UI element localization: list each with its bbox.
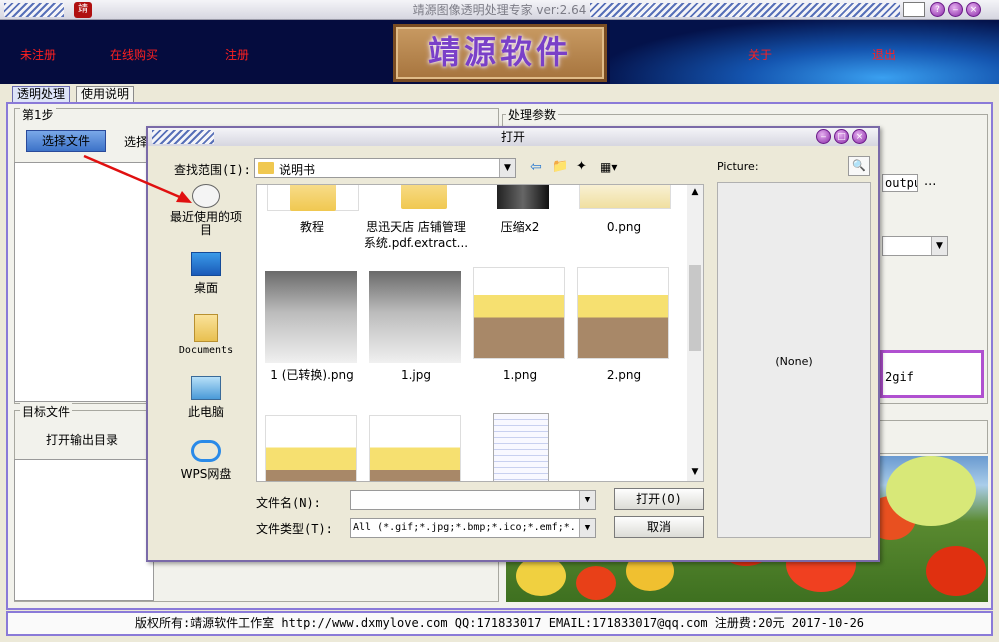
folder-icon [258, 162, 274, 174]
cloud-drive-icon [191, 440, 221, 462]
magnify-icon[interactable]: 🔍 [848, 156, 870, 176]
chevron-down-icon[interactable]: ▼ [931, 237, 947, 255]
scroll-up-icon[interactable]: ▲ [687, 187, 703, 197]
open-output-dir-button[interactable]: 打开输出目录 [46, 431, 118, 448]
place-recent-label: 最近使用的项目 [169, 210, 242, 237]
tab-transparent-process[interactable]: 透明处理 [12, 86, 71, 102]
filetype-value: All (*.gif;*.jpg;*.bmp;*.ico;*.emf;*. [353, 522, 576, 533]
place-documents-label: Documents [178, 345, 234, 356]
select-partial-button[interactable]: 选择 [124, 133, 148, 150]
format-select[interactable]: ▼ [882, 236, 948, 256]
format-box: 2gif [880, 350, 984, 398]
params-label: 处理参数 [506, 106, 559, 123]
cancel-button[interactable]: 取消 [614, 516, 704, 538]
banner-wave [610, 20, 999, 84]
place-computer-label: 此电脑 [187, 405, 224, 419]
place-computer[interactable]: 此电脑 [160, 376, 252, 420]
file-label[interactable]: 1.jpg [361, 367, 471, 383]
browse-output-button[interactable]: ... [924, 174, 936, 189]
documents-icon [194, 314, 218, 342]
preview-value: (None) [775, 355, 813, 368]
tab-instructions[interactable]: 使用说明 [76, 86, 135, 102]
new-folder-icon[interactable]: ✦ [576, 159, 587, 174]
filename-input[interactable]: ▼ [350, 490, 596, 510]
preview-panel: (None) [717, 182, 871, 538]
output-list-area[interactable] [14, 459, 154, 601]
chevron-down-icon[interactable]: ▼ [579, 491, 595, 509]
desktop-icon [191, 252, 221, 276]
look-in-select[interactable]: 说明书 ▼ [254, 158, 516, 178]
place-wps-cloud[interactable]: WPS网盘 [160, 440, 252, 482]
select-file-button[interactable]: 选择文件 [26, 130, 106, 152]
file-thumb-tutorial[interactable] [267, 185, 359, 211]
format-label: 2gif [885, 370, 914, 384]
exit-link[interactable]: 退出 [872, 46, 896, 63]
chevron-down-icon[interactable]: ▼ [579, 519, 595, 537]
close-icon[interactable]: × [966, 2, 981, 17]
folder-icon [290, 185, 336, 211]
minimize-icon[interactable]: ‒ [948, 2, 963, 17]
file-label[interactable]: 0.png [569, 219, 679, 235]
chevron-down-icon[interactable]: ▼ [499, 159, 515, 177]
menu-icon[interactable] [903, 2, 925, 17]
up-folder-icon[interactable]: 📁 [552, 159, 568, 174]
look-in-value: 说明书 [279, 163, 316, 177]
step1-label: 第1步 [20, 106, 56, 123]
file-label[interactable]: 思迅天店 店铺管理系统.pdf.extract... [361, 219, 471, 251]
dialog-maximize-icon[interactable]: □ [834, 129, 849, 144]
dialog-title-bar: 打开 ‒ □ × [148, 128, 878, 146]
file-label[interactable]: 1.png [465, 367, 575, 383]
file-label[interactable]: 教程 [257, 219, 367, 235]
dialog-minimize-icon[interactable]: ‒ [816, 129, 831, 144]
scroll-thumb[interactable] [689, 265, 701, 351]
place-documents[interactable]: Documents [160, 314, 252, 356]
open-button[interactable]: 打开(O) [614, 488, 704, 510]
scroll-down-icon[interactable]: ▼ [687, 467, 703, 477]
dialog-title: 打开 [500, 130, 525, 144]
image-thumbnail[interactable] [265, 271, 357, 363]
file-label[interactable]: 2.png [569, 367, 679, 383]
folder-icon [401, 185, 447, 209]
filename-label: 文件名(N): [256, 496, 321, 510]
computer-icon [191, 376, 221, 400]
folder-icon [497, 185, 549, 209]
file-label[interactable]: 1 (已转换).png [257, 367, 367, 383]
help-icon[interactable]: ? [930, 2, 945, 17]
brand-logo: 靖源软件 [393, 24, 607, 82]
scrollbar[interactable]: ▲ ▼ [687, 185, 703, 481]
file-label[interactable]: 压缩x2 [465, 219, 575, 235]
image-thumbnail[interactable] [369, 415, 461, 481]
filetype-label: 文件类型(T): [256, 522, 333, 536]
output-path-field[interactable]: outpu [882, 174, 918, 192]
buy-online-link[interactable]: 在线购买 [110, 46, 158, 63]
image-thumbnail[interactable] [265, 415, 357, 481]
place-desktop-label: 桌面 [193, 281, 218, 295]
image-thumbnail[interactable] [493, 413, 549, 481]
place-desktop[interactable]: 桌面 [160, 252, 252, 296]
unregistered-link[interactable]: 未注册 [20, 46, 56, 63]
place-wps-label: WPS网盘 [180, 467, 232, 481]
about-link[interactable]: 关于 [748, 46, 772, 63]
view-menu-icon[interactable]: ▦▾ [600, 160, 617, 174]
filetype-select[interactable]: All (*.gif;*.jpg;*.bmp;*.ico;*.emf;*. ▼ [350, 518, 596, 538]
dialog-close-icon[interactable]: × [852, 129, 867, 144]
watermark [392, 288, 602, 358]
target-label: 目标文件 [20, 403, 73, 420]
back-icon[interactable]: ⇦ [530, 159, 542, 175]
preview-label: Picture: [717, 160, 759, 173]
register-link[interactable]: 注册 [225, 46, 249, 63]
title-bar: 靖 靖源图像透明处理专家 ver:2.64 ? ‒ × [0, 0, 999, 20]
image-thumbnail[interactable] [579, 185, 671, 209]
annotation-arrow [83, 154, 192, 203]
status-bar: 版权所有:靖源软件工作室 http://www.dxmylove.com QQ:… [6, 611, 993, 636]
title-stripes-right [590, 3, 900, 17]
